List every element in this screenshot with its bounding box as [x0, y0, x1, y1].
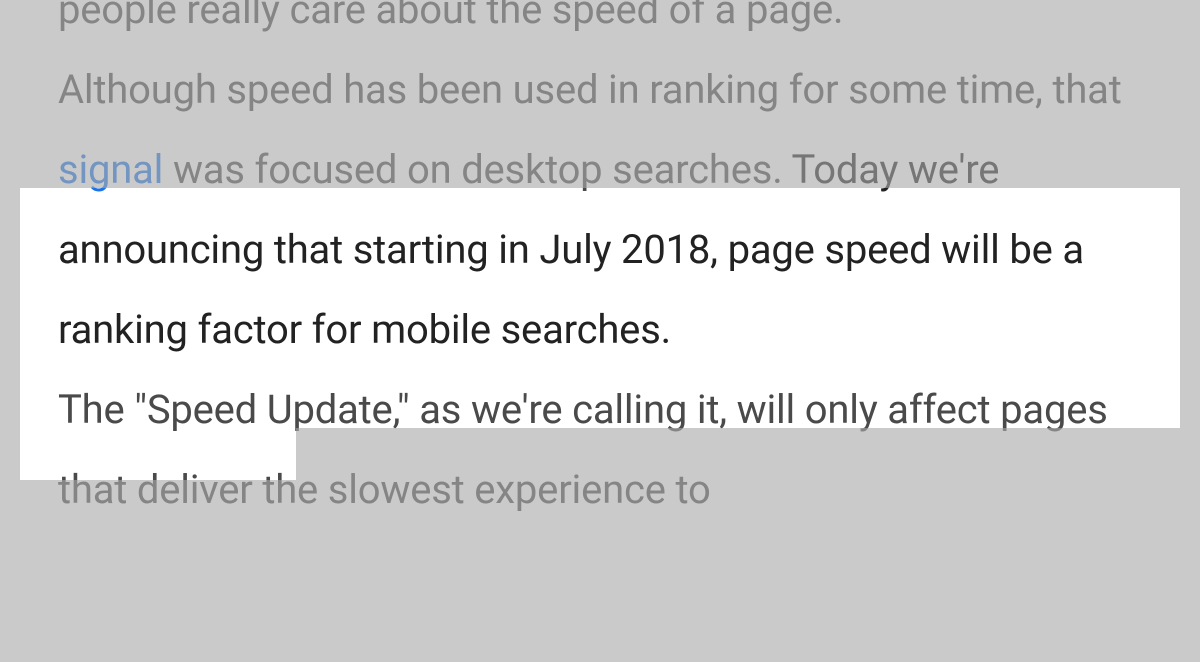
paragraph-2: The "Speed Update," as we're calling it,…: [58, 370, 1142, 530]
signal-link[interactable]: signal: [58, 146, 163, 193]
truncated-line: people really care about the speed of a …: [58, 0, 1142, 50]
paragraph-1: Although speed has been used in ranking …: [58, 50, 1142, 370]
para1-text-after: was focused on desktop searches.: [163, 146, 791, 193]
para1-text-before: Although speed has been used in ranking …: [58, 66, 1122, 113]
article-content: people really care about the speed of a …: [0, 0, 1200, 530]
